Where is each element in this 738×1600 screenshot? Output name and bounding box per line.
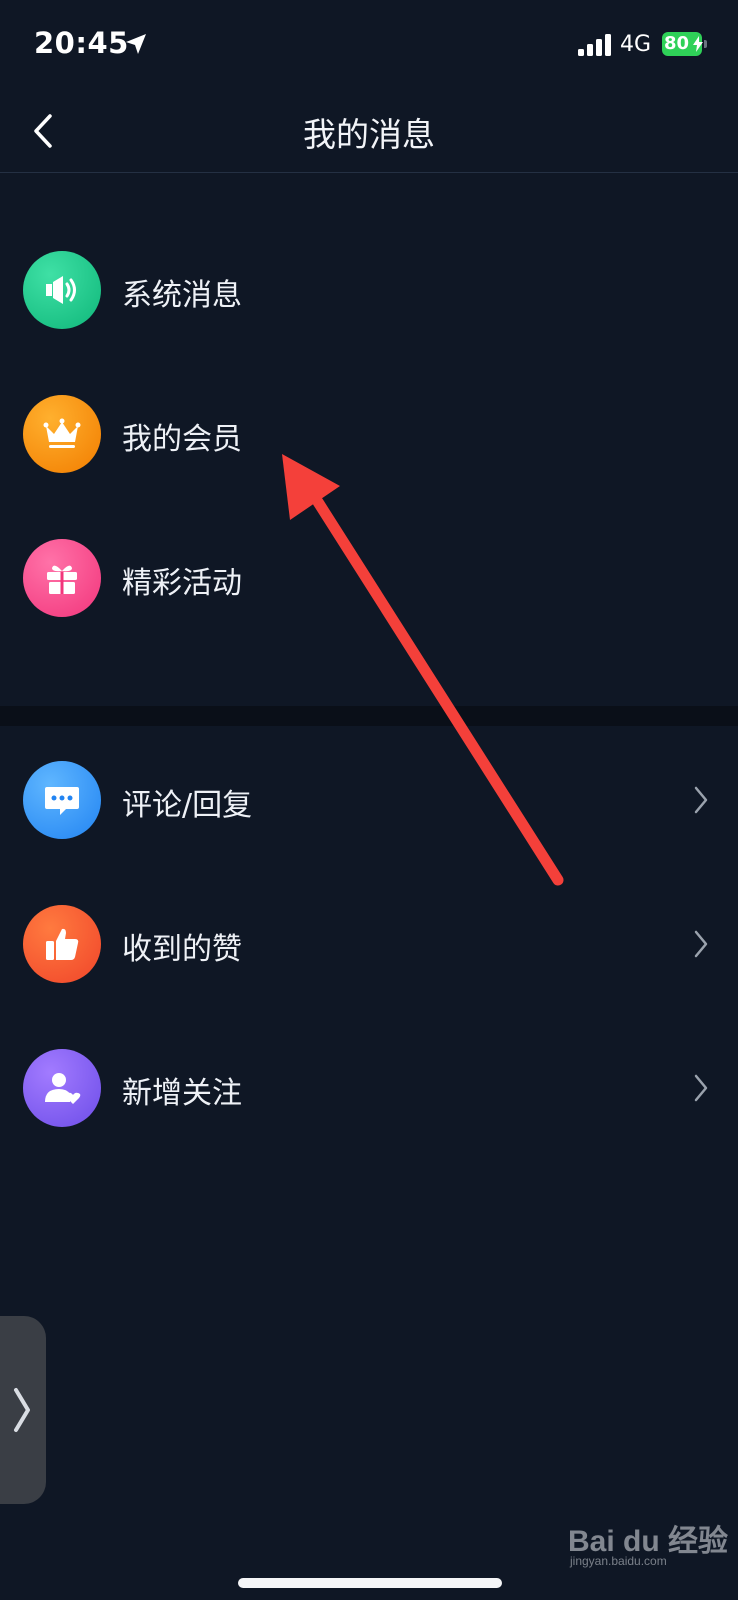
baidu-jingyan-watermark: Bai du 经验 jingyan.baidu.com (568, 1510, 728, 1570)
add-follower-icon (23, 1049, 101, 1127)
battery-tip (704, 40, 707, 48)
section-divider (0, 706, 738, 726)
list-item-new-followers[interactable]: 新增关注 (0, 1028, 738, 1148)
list-item-comments-replies[interactable]: 评论/回复 (0, 740, 738, 860)
list-item-label: 系统消息 (122, 278, 242, 313)
home-indicator[interactable] (238, 1578, 502, 1588)
comment-icon (23, 761, 101, 839)
battery-indicator: 80 (662, 32, 707, 56)
status-bar: 20:45 4G 80 (0, 0, 738, 90)
list-item-label: 评论/回复 (122, 788, 253, 823)
chevron-right-icon (694, 930, 708, 958)
battery-body: 80 (662, 32, 703, 56)
list-item-system-messages[interactable]: 系统消息 (0, 230, 738, 350)
chevron-right-icon (14, 1388, 30, 1432)
page-title: 我的消息 (303, 115, 435, 154)
list-item-label: 收到的赞 (122, 932, 242, 967)
thumbs-up-icon (23, 905, 101, 983)
charging-bolt-icon (693, 36, 703, 52)
gift-icon (23, 539, 101, 617)
navigation-bar: 我的消息 (0, 90, 738, 173)
location-arrow-icon (126, 34, 146, 54)
chevron-right-icon (694, 786, 708, 814)
list-item-label: 精彩活动 (122, 566, 242, 601)
chevron-right-icon (694, 1074, 708, 1102)
watermark-site: jingyan.baidu.com (570, 1554, 667, 1568)
status-time: 20:45 (34, 26, 129, 60)
side-drawer-handle[interactable] (0, 1316, 46, 1504)
list-item-my-membership[interactable]: 我的会员 (0, 374, 738, 494)
list-item-label: 新增关注 (122, 1076, 242, 1111)
list-item-label: 我的会员 (122, 422, 242, 457)
crown-icon (23, 395, 101, 473)
speaker-icon (23, 251, 101, 329)
list-item-likes-received[interactable]: 收到的赞 (0, 884, 738, 1004)
list-item-featured-events[interactable]: 精彩活动 (0, 518, 738, 638)
network-type: 4G (620, 32, 652, 57)
cellular-signal-icon (578, 34, 611, 56)
